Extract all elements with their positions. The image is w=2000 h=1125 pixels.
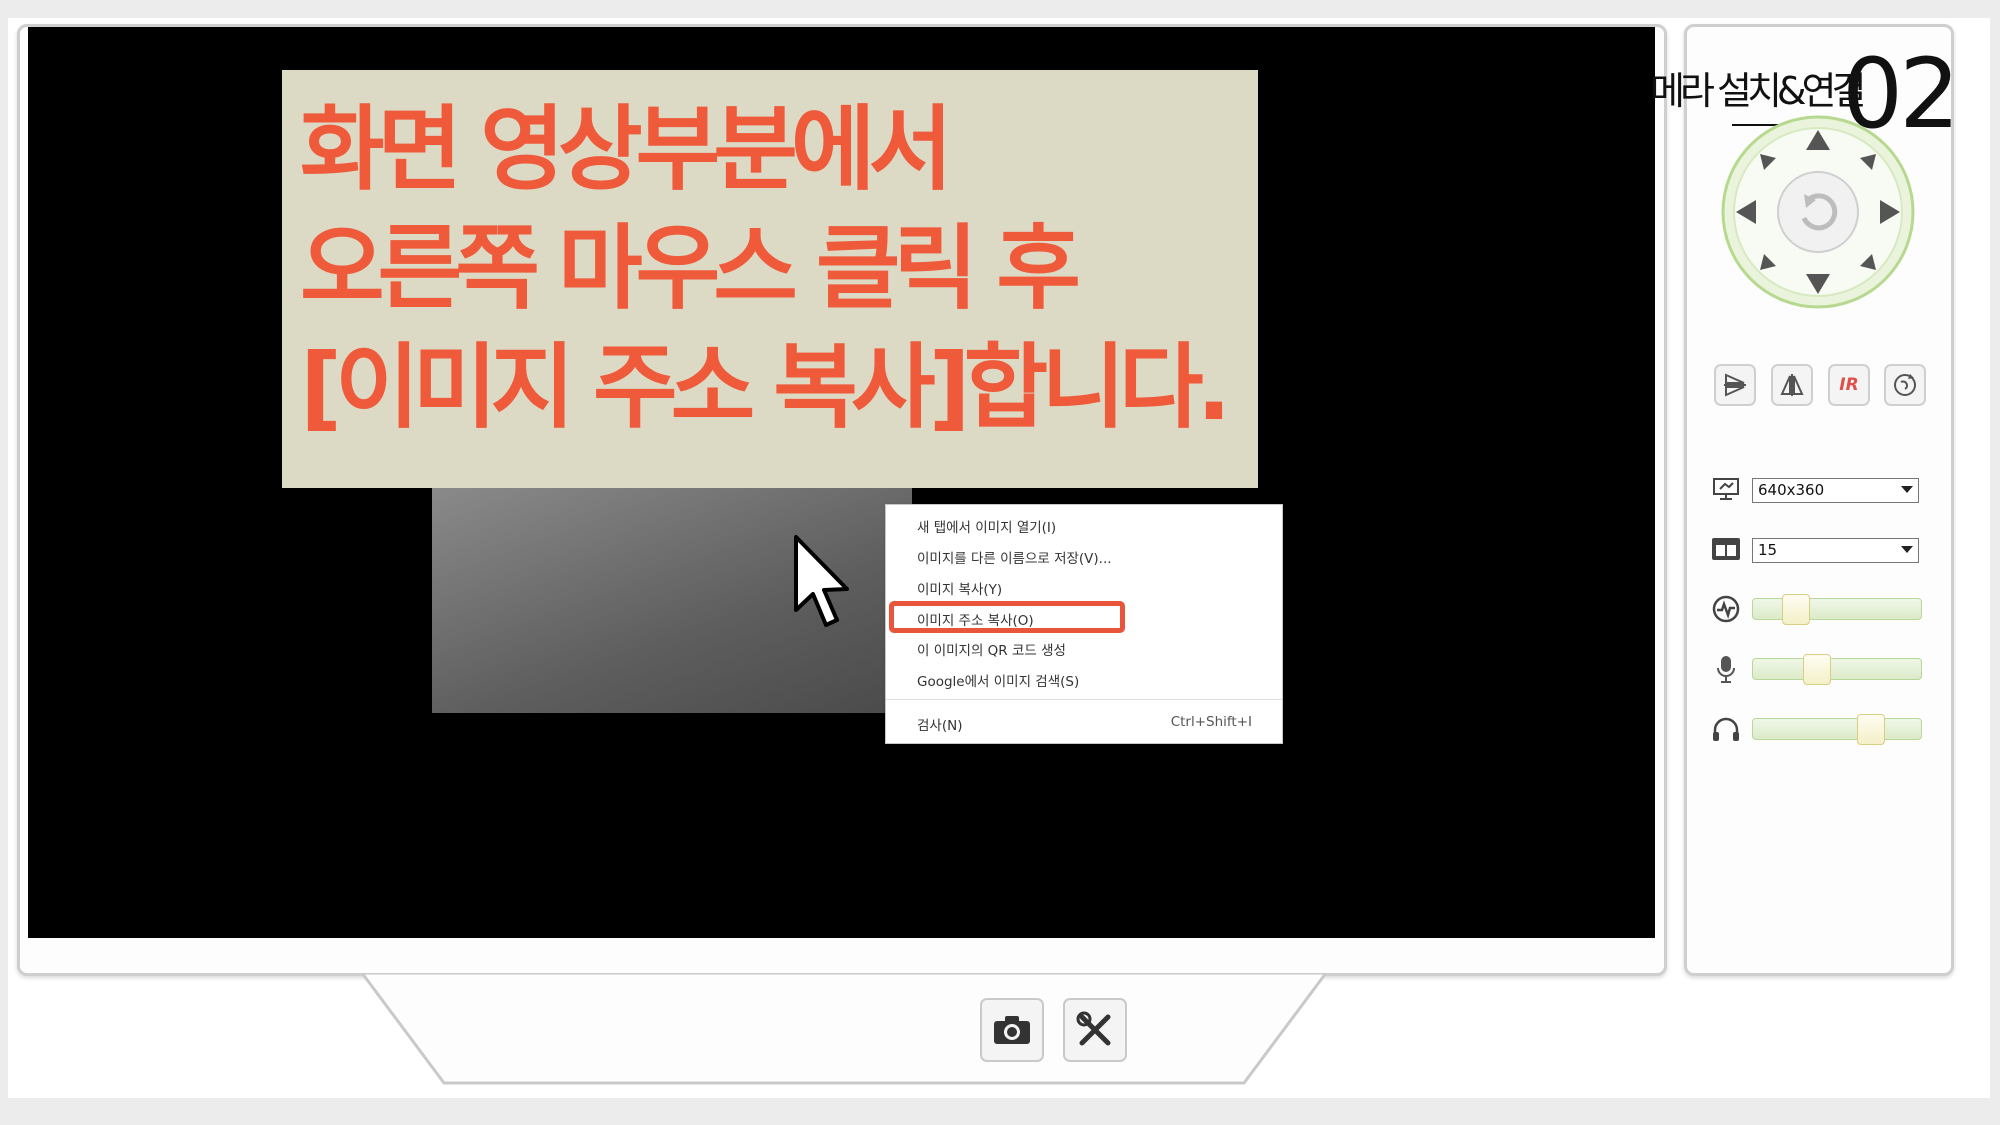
monitor-icon	[1713, 478, 1739, 500]
speaker-label	[1708, 714, 1744, 744]
menu-copy-image[interactable]: 이미지 복사(Y)	[917, 578, 1002, 598]
mouse-cursor-icon	[794, 535, 849, 627]
menu-separator	[886, 699, 1282, 700]
slider-thumb[interactable]	[1857, 714, 1885, 745]
mirror-icon	[1780, 374, 1804, 396]
menu-open-image-new-tab[interactable]: 새 탭에서 이미지 열기(I)	[917, 516, 1056, 536]
flip-icon	[1724, 373, 1746, 397]
snapshot-button[interactable]	[980, 998, 1044, 1062]
sensitivity-label	[1708, 594, 1744, 624]
headphones-icon	[1713, 717, 1739, 741]
resolution-select[interactable]: 640x360	[1752, 478, 1919, 503]
camera-icon	[994, 1016, 1030, 1044]
ptz-control[interactable]	[1720, 114, 1916, 310]
film-icon	[1712, 538, 1740, 560]
menu-search-google[interactable]: Google에서 이미지 검색(S)	[917, 670, 1079, 690]
slider-thumb[interactable]	[1803, 654, 1831, 685]
microphone-slider[interactable]	[1752, 654, 1922, 685]
tools-icon	[1076, 1011, 1111, 1046]
chevron-down-icon	[1901, 486, 1913, 493]
highlight-box	[889, 601, 1125, 633]
framerate-label	[1708, 534, 1744, 564]
resolution-value: 640x360	[1758, 481, 1825, 499]
menu-inspect[interactable]: 검사(N)	[917, 714, 962, 734]
framerate-value: 15	[1758, 541, 1778, 559]
monitor-stand	[359, 971, 1329, 1085]
instruction-line-2: 오른쪽 마우스 클릭 후	[300, 215, 1081, 322]
instruction-line-3: [이미지 주소 복사]합니다.	[300, 334, 1232, 441]
rotate-button[interactable]	[1884, 364, 1926, 406]
menu-inspect-shortcut: Ctrl+Shift+I	[1170, 714, 1252, 730]
resolution-label	[1708, 474, 1744, 504]
framerate-select[interactable]: 15	[1752, 538, 1919, 563]
rotate-icon	[1894, 374, 1916, 396]
ir-button[interactable]: IR	[1828, 364, 1870, 406]
instruction-overlay: 화면 영상부분에서 오른쪽 마우스 클릭 후 [이미지 주소 복사]합니다.	[282, 70, 1258, 488]
menu-create-qr-code[interactable]: 이 이미지의 QR 코드 생성	[917, 639, 1066, 659]
slider-thumb[interactable]	[1782, 594, 1810, 625]
mirror-button[interactable]	[1771, 364, 1813, 406]
microphone-icon	[1717, 656, 1735, 683]
microphone-label	[1708, 654, 1744, 684]
flip-button[interactable]	[1714, 364, 1756, 406]
settings-button[interactable]	[1063, 998, 1127, 1062]
ir-icon: IR	[1839, 375, 1859, 395]
speaker-slider[interactable]	[1752, 714, 1922, 745]
menu-save-image-as[interactable]: 이미지를 다른 이름으로 저장(V)...	[917, 547, 1112, 567]
sensitivity-slider[interactable]	[1752, 594, 1922, 625]
section-title: 메라 설치&연결	[1650, 69, 1866, 113]
activity-icon	[1712, 595, 1740, 623]
chevron-down-icon	[1901, 546, 1913, 553]
instruction-line-1: 화면 영상부분에서	[300, 96, 953, 203]
